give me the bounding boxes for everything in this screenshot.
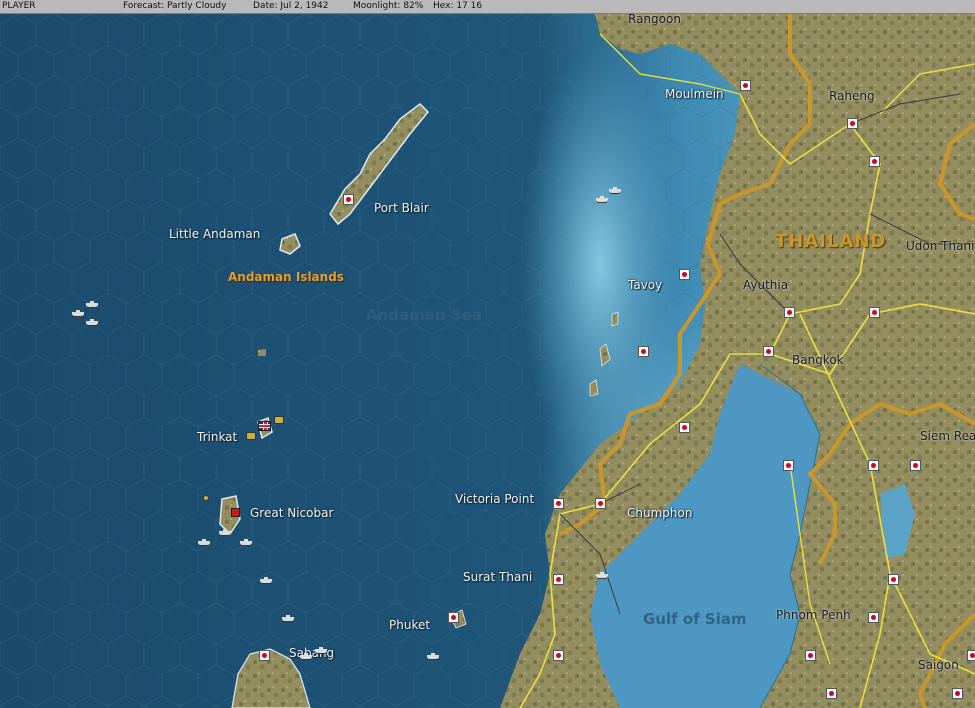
japanese-base-icon[interactable] [448,612,459,623]
japanese-base-icon[interactable] [910,460,921,471]
japanese-base-icon[interactable] [343,194,354,205]
moonlight-readout: Moonlight: 82% [353,1,424,11]
japanese-base-icon[interactable] [259,650,270,661]
japanese-base-icon[interactable] [888,574,899,585]
japanese-base-icon[interactable] [805,650,816,661]
ship-task-force-icon[interactable] [609,187,621,194]
japanese-base-icon[interactable] [952,688,963,699]
label-udon-thani: Udon Thani [906,239,975,253]
japanese-base-icon[interactable] [847,118,858,129]
label-great-nicobar: Great Nicobar [250,506,334,520]
ship-task-force-icon[interactable] [260,577,272,584]
air-unit-icon[interactable] [274,416,284,424]
weather-forecast: Forecast: Partly Cloudy [123,1,227,11]
side-indicator: PLAYER [2,1,36,11]
ship-task-force-icon[interactable] [240,539,252,546]
game-window: PLAYER Forecast: Partly Cloudy Date: Jul… [0,0,975,708]
label-rangoon: Rangoon [628,12,681,26]
japanese-base-icon[interactable] [869,156,880,167]
ship-task-force-icon[interactable] [198,539,210,546]
ship-task-force-icon[interactable] [300,653,312,660]
label-bangkok: Bangkok [792,353,844,367]
british-flag-icon[interactable] [258,421,271,431]
japanese-base-icon[interactable] [638,346,649,357]
japanese-base-icon[interactable] [763,346,774,357]
label-gulf-of-siam: Gulf of Siam [643,610,747,628]
label-little-andaman: Little Andaman [169,227,261,241]
label-phnom-penh: Phnom Penh [776,608,851,622]
label-tavoy: Tavoy [628,278,663,292]
japanese-base-icon[interactable] [740,80,751,91]
air-unit-icon[interactable] [246,432,256,440]
label-trinkat: Trinkat [197,430,238,444]
label-chumphon: Chumphon [627,506,693,520]
ship-task-force-icon[interactable] [282,615,294,622]
ship-task-force-icon[interactable] [596,196,608,203]
label-siem-reap: Siem Rea [920,429,975,443]
label-saigon: Saigon [918,658,959,672]
strategic-map[interactable]: Rangoon Moulmein Raheng Port Blair Littl… [0,12,975,708]
game-date: Date: Jul 2, 1942 [253,1,329,11]
ship-task-force-icon[interactable] [86,301,98,308]
japanese-base-icon[interactable] [595,498,606,509]
hex-readout: Hex: 17 16 [433,1,483,11]
japanese-base-icon[interactable] [868,460,879,471]
air-unit-icon[interactable] [203,495,209,501]
japanese-base-icon[interactable] [553,650,564,661]
label-ayuthia: Ayuthia [743,278,789,292]
label-moulmein: Moulmein [665,87,724,101]
label-thailand: THAILAND [775,231,887,252]
japanese-base-icon[interactable] [784,307,795,318]
label-victoria-point: Victoria Point [455,492,535,506]
allied-ground-unit-icon[interactable] [231,508,240,517]
label-phuket: Phuket [389,618,431,632]
japanese-base-icon[interactable] [869,307,880,318]
label-andaman-islands: Andaman Islands [228,270,344,284]
japanese-base-icon[interactable] [553,498,564,509]
japanese-base-icon[interactable] [967,650,975,661]
status-bar: PLAYER Forecast: Partly Cloudy Date: Jul… [0,0,975,14]
japanese-base-icon[interactable] [679,269,690,280]
ship-task-force-icon[interactable] [219,529,231,536]
japanese-base-icon[interactable] [868,612,879,623]
japanese-base-icon[interactable] [783,460,794,471]
label-andaman-sea: Andaman Sea [366,306,482,324]
japanese-base-icon[interactable] [679,422,690,433]
label-surat-thani: Surat Thani [463,570,533,584]
label-raheng: Raheng [829,89,875,103]
ship-task-force-icon[interactable] [72,310,84,317]
japanese-base-icon[interactable] [826,688,837,699]
ship-task-force-icon[interactable] [315,647,327,654]
label-port-blair: Port Blair [374,201,429,215]
ship-task-force-icon[interactable] [427,653,439,660]
ship-task-force-icon[interactable] [86,319,98,326]
japanese-base-icon[interactable] [553,574,564,585]
ship-task-force-icon[interactable] [596,572,608,579]
